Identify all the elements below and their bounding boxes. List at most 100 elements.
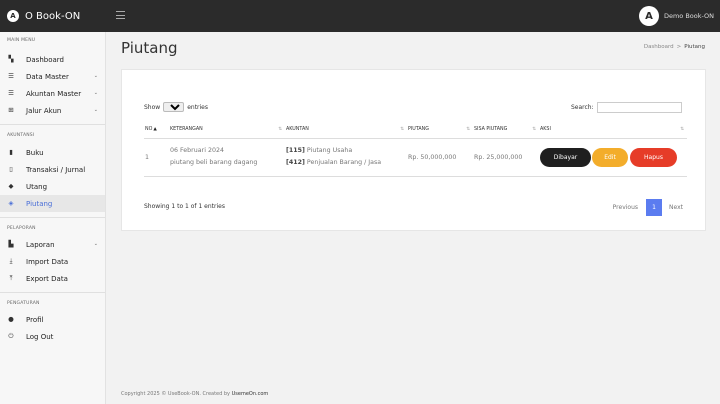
search-label: Search: — [571, 104, 594, 111]
sidebar-item-label: Dashboard — [26, 55, 64, 64]
sidebar-item-label: Jalur Akun — [26, 106, 62, 115]
cell-aksi: Dibayar Edit Hapus — [539, 138, 687, 177]
brand-logo-icon: A — [7, 10, 19, 22]
sidebar-item-data-master[interactable]: ☰ Data Master ⌄ — [0, 68, 105, 85]
show-label: Show — [144, 103, 161, 111]
cell-sisa-piutang: Rp. 25,000,000 — [473, 138, 539, 177]
sidebar-item-dashboard[interactable]: ▚ Dashboard — [0, 51, 105, 68]
cell-description: piutang beli barang dagang — [170, 159, 258, 166]
page-size-control: Show 10 entries — [144, 102, 208, 112]
breadcrumb-current: Piutang — [684, 44, 705, 50]
cell-no: 1 — [144, 138, 169, 177]
sidebar-item-label: Profil — [26, 315, 44, 324]
sidebar-item-label: Utang — [26, 182, 48, 191]
sort-icon: ⇅ — [400, 127, 404, 132]
breadcrumb-separator: > — [676, 44, 682, 50]
user-name: Demo Book-ON — [663, 12, 714, 20]
power-icon: ⏻ — [8, 332, 14, 341]
column-header-no[interactable]: NO▲ — [144, 121, 169, 139]
footer: Copyright 2025 © UseBook-ON. Created by … — [121, 391, 268, 397]
sidebar-item-label: Log Out — [26, 332, 54, 341]
sidebar-item-profil[interactable]: ● Profil — [0, 311, 105, 328]
cell-keterangan: 06 Februari 2024 piutang beli barang dag… — [169, 138, 285, 177]
sidebar-item-label: Piutang — [26, 199, 53, 208]
sidebar-item-piutang[interactable]: ◈ Piutang — [0, 195, 105, 212]
chevron-down-icon: ⌄ — [93, 107, 98, 113]
sidebar: MAIN MENU ▚ Dashboard ☰ Data Master ⌄ ☰ … — [0, 32, 106, 404]
sidebar-item-jalur-akun[interactable]: ⊞ Jalur Akun ⌄ — [0, 102, 105, 119]
account-name: Piutang Usaha — [306, 147, 353, 154]
piutang-card: Show 10 entries Search: NO▲ KETERANGAN ⇅ … — [121, 69, 706, 231]
sidebar-item-export-data[interactable]: ⤒ Export Data — [0, 270, 105, 287]
column-header-aksi[interactable]: AKSI ⇅ — [539, 121, 687, 139]
sidebar-item-label: Data Master — [26, 72, 69, 81]
file-icon: ▙ — [8, 240, 14, 249]
grid-icon: ▚ — [8, 55, 14, 64]
table-icon: ⊞ — [8, 106, 14, 115]
sidebar-item-akuntan-master[interactable]: ☰ Akuntan Master ⌄ — [0, 85, 105, 102]
sidebar-item-log-out[interactable]: ⏻ Log Out — [0, 328, 105, 345]
tags-icon: ◈ — [8, 199, 14, 208]
sidebar-item-label: Laporan — [26, 240, 55, 249]
top-navbar: A O Book-ON A Demo Book-ON — [0, 0, 720, 32]
cell-piutang: Rp. 50,000,000 — [407, 138, 473, 177]
hapus-button[interactable]: Hapus — [630, 147, 677, 167]
sidebar-item-label: Import Data — [26, 257, 69, 266]
user-menu[interactable]: A Demo Book-ON — [638, 5, 714, 27]
sidebar-item-label: Buku — [26, 148, 44, 157]
sidebar-item-transaksi[interactable]: ▯ Transaksi / Jurnal — [0, 161, 105, 178]
account-name: Penjualan Barang / Jasa — [306, 159, 382, 166]
page-size-select[interactable]: 10 — [163, 102, 185, 112]
table-header-row: NO▲ KETERANGAN ⇅ AKUNTAN ⇅ PIUTANG ⇅ SISA P… — [144, 121, 687, 139]
import-icon: ⤓ — [9, 257, 13, 266]
sort-icon: ⇅ — [278, 127, 282, 132]
tag-icon: ◆ — [8, 182, 14, 191]
journal-icon: ▯ — [9, 165, 13, 174]
list-icon: ☰ — [8, 72, 14, 81]
next-button[interactable]: Next — [669, 204, 683, 211]
sidebar-item-buku[interactable]: ▮ Buku — [0, 144, 105, 161]
chevron-down-icon: ⌄ — [93, 241, 98, 247]
column-header-keterangan[interactable]: KETERANGAN ⇅ — [169, 121, 285, 139]
sort-icon: ⇅ — [680, 127, 684, 132]
search-control: Search: — [571, 102, 682, 113]
previous-button[interactable]: Previous — [613, 204, 638, 211]
sidebar-item-laporan[interactable]: ▙ Laporan ⌄ — [0, 236, 105, 253]
cell-akuntan: [115] Piutang Usaha [412] Penjualan Bara… — [285, 138, 407, 177]
brand-name: O Book-ON — [25, 10, 81, 22]
search-input[interactable] — [596, 102, 682, 113]
avatar: A — [638, 6, 659, 26]
sidebar-item-label: Transaksi / Jurnal — [26, 165, 86, 174]
edit-button[interactable]: Edit — [592, 147, 628, 167]
table-row: 1 06 Februari 2024 piutang beli barang d… — [144, 138, 687, 177]
column-header-sisa-piutang[interactable]: SISA PIUTANG ⇅ — [473, 121, 539, 139]
list-icon: ☰ — [8, 89, 14, 98]
footer-link[interactable]: UsemeOn.com — [232, 391, 269, 397]
column-header-akuntan[interactable]: AKUNTAN ⇅ — [285, 121, 407, 139]
sort-icon: ⇅ — [466, 127, 470, 132]
sidebar-item-label: Export Data — [26, 274, 68, 283]
sort-icon: ⇅ — [532, 127, 536, 132]
account-code: [115] — [286, 147, 305, 154]
footer-text: Copyright 2025 © UseBook-ON. Created by — [121, 391, 232, 397]
table-info: Showing 1 to 1 of 1 entries — [144, 203, 225, 210]
column-header-piutang[interactable]: PIUTANG ⇅ — [407, 121, 473, 139]
sidebar-item-utang[interactable]: ◆ Utang — [0, 178, 105, 195]
sidebar-item-import-data[interactable]: ⤓ Import Data — [0, 253, 105, 270]
chevron-down-icon: ⌄ — [93, 73, 98, 79]
account-code: [412] — [286, 159, 305, 166]
cell-date: 06 Februari 2024 — [170, 147, 224, 154]
user-icon: ● — [8, 315, 14, 324]
hamburger-menu-icon[interactable] — [116, 11, 125, 19]
pagination: Previous 1 Next — [613, 199, 683, 216]
breadcrumb-link-dashboard[interactable]: Dashboard — [644, 44, 674, 50]
sort-asc-icon: ▲ — [153, 126, 157, 132]
export-icon: ⤒ — [9, 274, 13, 283]
brand[interactable]: A O Book-ON — [0, 0, 106, 32]
dibayar-button[interactable]: Dibayar — [540, 147, 591, 167]
page-title: Piutang — [121, 39, 178, 57]
breadcrumb: Dashboard > Piutang — [644, 44, 705, 50]
sidebar-item-label: Akuntan Master — [26, 89, 82, 98]
book-icon: ▮ — [9, 148, 13, 157]
page-1-button[interactable]: 1 — [646, 199, 663, 216]
